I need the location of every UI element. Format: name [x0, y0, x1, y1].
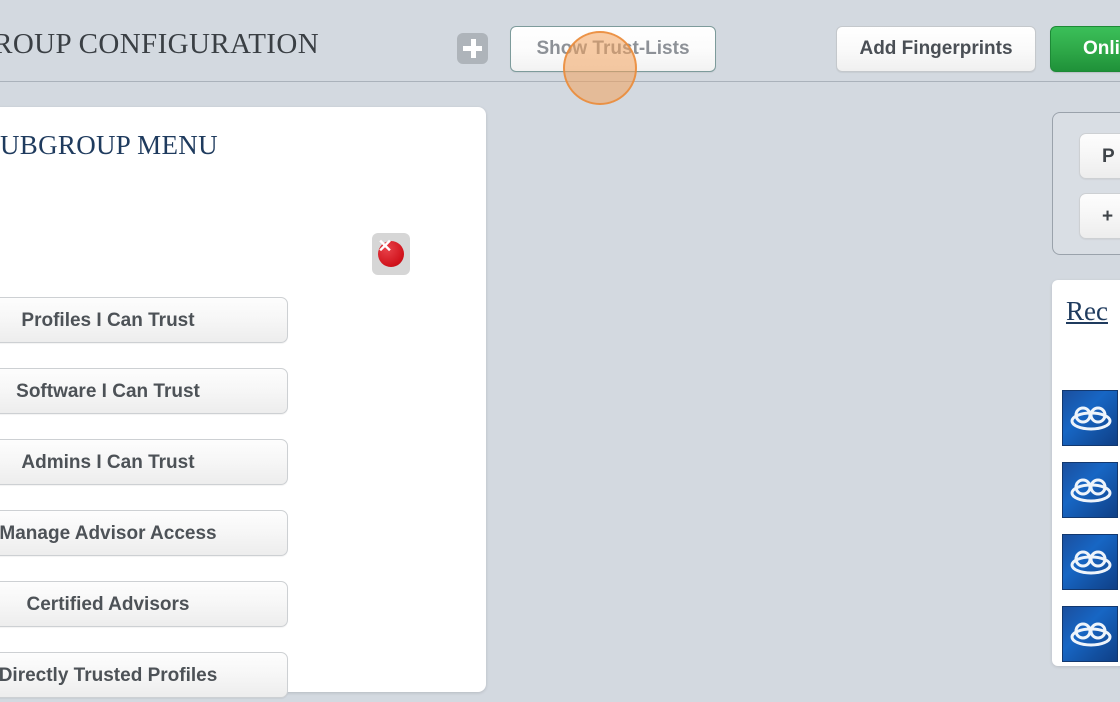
subgroup-menu-list: Profiles I Can Trust Software I Can Trus…: [0, 297, 288, 702]
menu-item-software-i-can-trust[interactable]: Software I Can Trust: [0, 368, 288, 414]
header-bar: BGROUP CONFIGURATION Show Trust-Lists Ad…: [0, 0, 1120, 83]
avatar[interactable]: [1062, 534, 1118, 590]
recent-avatar-list: [1062, 390, 1118, 678]
app-screen: BGROUP CONFIGURATION Show Trust-Lists Ad…: [0, 0, 1120, 702]
menu-item-admins-i-can-trust[interactable]: Admins I Can Trust: [0, 439, 288, 485]
cloud-icon: [1070, 478, 1112, 503]
online-button[interactable]: Online: [1050, 26, 1120, 72]
close-icon[interactable]: ✕: [372, 233, 410, 275]
plus-icon[interactable]: [457, 33, 488, 64]
sidebar-action-button-add[interactable]: +: [1079, 193, 1120, 239]
cloud-icon: [1070, 406, 1112, 431]
recent-panel-heading-link[interactable]: Rec: [1066, 296, 1108, 327]
menu-item-directly-trusted-profiles[interactable]: Directly Trusted Profiles: [0, 652, 288, 698]
plus-icon-horizontal-bar: [463, 46, 482, 51]
menu-item-certified-advisors[interactable]: Certified Advisors: [0, 581, 288, 627]
cloud-icon: [1070, 550, 1112, 575]
subgroup-menu-panel: UBGROUP MENU ✕ Profiles I Can Trust Soft…: [0, 107, 486, 698]
page-title: BGROUP CONFIGURATION: [0, 28, 320, 60]
avatar[interactable]: [1062, 462, 1118, 518]
recent-panel: Rec: [1052, 280, 1120, 666]
menu-item-profiles-i-can-trust[interactable]: Profiles I Can Trust: [0, 297, 288, 343]
header-divider-left: [0, 81, 515, 82]
header-divider-right: [512, 81, 1120, 82]
sidebar-action-button-primary[interactable]: P: [1079, 133, 1120, 179]
show-trust-lists-button[interactable]: Show Trust-Lists: [510, 26, 716, 72]
avatar[interactable]: [1062, 390, 1118, 446]
cloud-icon: [1070, 622, 1112, 647]
add-fingerprints-button[interactable]: Add Fingerprints: [836, 26, 1036, 72]
menu-item-manage-advisor-access[interactable]: Manage Advisor Access: [0, 510, 288, 556]
subgroup-menu-title: UBGROUP MENU: [0, 130, 218, 160]
avatar[interactable]: [1062, 606, 1118, 662]
close-icon-x: ✕: [377, 236, 393, 256]
sidebar-action-panel: P +: [1052, 112, 1120, 255]
